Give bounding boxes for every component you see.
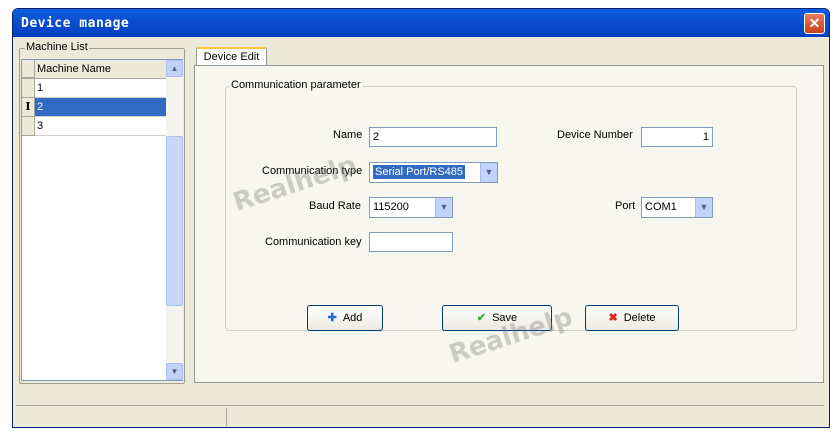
machine-list-legend: Machine List: [25, 41, 89, 53]
chevron-down-icon[interactable]: ▼: [435, 198, 452, 217]
grid-header: Machine Name: [22, 60, 166, 79]
chevron-down-icon[interactable]: ▼: [480, 163, 497, 182]
vertical-scrollbar[interactable]: ▲ ▼: [166, 60, 183, 380]
delete-button[interactable]: ✖ Delete: [585, 305, 679, 331]
port-value: COM1: [645, 201, 677, 213]
port-label: Port: [615, 200, 636, 212]
device-number-field[interactable]: 1: [641, 127, 713, 147]
row-indicator: [22, 117, 35, 136]
name-field[interactable]: 2: [369, 127, 497, 147]
status-bar: [16, 405, 824, 427]
check-icon: ✔: [476, 312, 487, 324]
machine-name-cell[interactable]: 2: [35, 98, 166, 117]
communication-key-field[interactable]: [369, 232, 453, 252]
name-label: Name: [333, 129, 363, 141]
window-title: Device manage: [21, 16, 130, 31]
column-header-machine-name[interactable]: Machine Name: [35, 60, 166, 78]
x-icon: ✖: [608, 312, 618, 324]
chevron-up-icon: ▲: [170, 64, 179, 73]
table-row[interactable]: I 2: [22, 98, 166, 117]
add-button[interactable]: ✚ Add: [307, 305, 383, 331]
title-bar[interactable]: Device manage ✕: [13, 9, 829, 37]
tab-device-edit[interactable]: Device Edit: [196, 47, 267, 66]
baud-rate-value: 115200: [373, 201, 409, 213]
device-number-label: Device Number: [557, 129, 633, 141]
machine-name-cell[interactable]: 1: [35, 79, 166, 98]
baud-rate-label: Baud Rate: [309, 200, 361, 212]
communication-parameter-legend: Communication parameter: [230, 79, 362, 91]
port-select[interactable]: COM1 ▼: [641, 197, 713, 218]
table-row[interactable]: 1: [22, 79, 166, 98]
row-indicator: [22, 79, 35, 98]
machine-grid[interactable]: Machine Name 1 I 2 3 ▲ ▼: [21, 59, 183, 381]
machine-name-cell[interactable]: 3: [35, 117, 166, 136]
device-manage-window: Device manage ✕ Machine List Machine Nam…: [12, 8, 830, 428]
chevron-down-icon: ▼: [170, 367, 179, 376]
row-indicator: I: [22, 98, 35, 117]
communication-key-label: Communication key: [265, 236, 362, 248]
scroll-up-button[interactable]: ▲: [166, 60, 183, 77]
close-button[interactable]: ✕: [804, 13, 825, 34]
table-row[interactable]: 3: [22, 117, 166, 136]
plus-icon: ✚: [327, 312, 337, 324]
chevron-down-icon[interactable]: ▼: [695, 198, 712, 217]
baud-rate-select[interactable]: 115200 ▼: [369, 197, 453, 218]
communication-type-value: Serial Port/RS485: [373, 165, 466, 179]
scroll-down-button[interactable]: ▼: [166, 363, 183, 380]
close-icon: ✕: [808, 15, 821, 31]
communication-parameter-group: Communication parameter Name 2 Device Nu…: [225, 79, 797, 331]
communication-type-select[interactable]: Serial Port/RS485 ▼: [369, 162, 498, 183]
status-divider: [226, 408, 227, 426]
scroll-thumb[interactable]: [166, 136, 183, 306]
